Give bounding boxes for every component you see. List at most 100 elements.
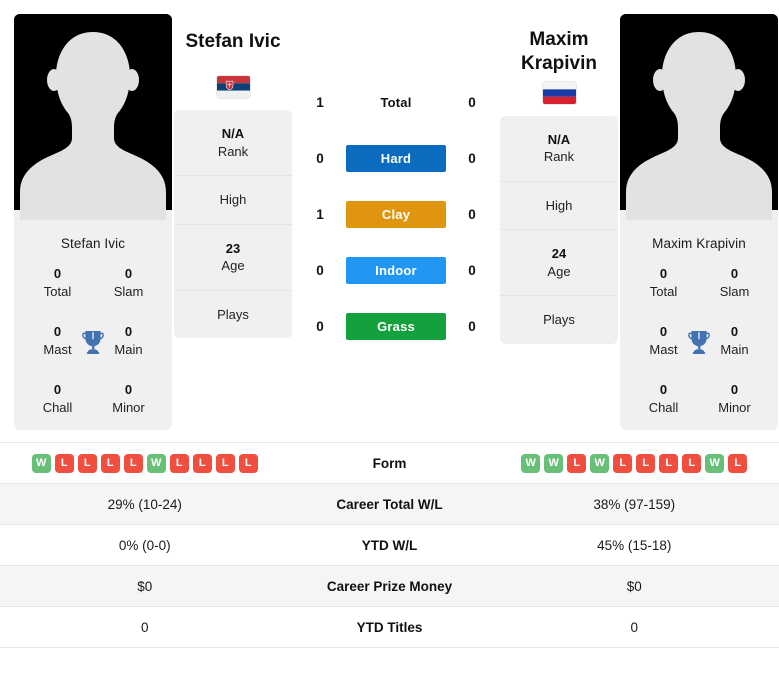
- form-badges-left: WLLLLWLLLL: [0, 453, 290, 473]
- russia-flag-icon: [542, 81, 576, 104]
- right-rank-value: N/A: [547, 131, 571, 147]
- surface-row-total: 1 Total 0: [294, 74, 498, 130]
- form-badge-loss[interactable]: L: [215, 453, 235, 473]
- form-badge-loss[interactable]: L: [567, 453, 587, 473]
- form-badge-win[interactable]: W: [31, 453, 51, 473]
- surface-label-clay[interactable]: Clay: [346, 200, 446, 228]
- achievement-value: 0: [53, 382, 62, 398]
- right-player-info-column: Maxim Krapivin N/A Rank High 24 Age Play…: [500, 14, 618, 344]
- row-right-value: $0: [626, 578, 642, 594]
- trophy-icon: [79, 328, 107, 356]
- comparison-header: Stefan Ivic 0 Total 0 Slam 0 Mast 0 Main…: [0, 0, 779, 431]
- left-age-value: 23: [225, 240, 241, 256]
- form-badge-loss[interactable]: L: [77, 453, 97, 473]
- surface-label-total: Total: [380, 94, 412, 110]
- form-badge-loss[interactable]: L: [728, 453, 748, 473]
- left-rank-row: N/A Rank: [174, 110, 292, 177]
- form-badge-loss[interactable]: L: [169, 453, 189, 473]
- table-row: 0% (0-0) YTD W/L 45% (15-18): [0, 525, 779, 567]
- surface-row-grass: 0 Grass 0: [294, 298, 498, 354]
- left-player-photo[interactable]: [14, 14, 172, 220]
- row-label: YTD W/L: [361, 537, 418, 553]
- right-player-name[interactable]: Maxim Krapivin: [500, 14, 618, 82]
- left-rank-label: Rank: [217, 143, 249, 159]
- left-achievements-grid: 0 Total 0 Slam 0 Mast 0 Main 0 Chall 0 M…: [22, 265, 164, 416]
- form-right-cell: WWLWLLLLWL: [490, 453, 779, 473]
- surface-right-count: 0: [468, 206, 476, 222]
- right-rank-label: Rank: [543, 149, 575, 165]
- achievement-label: Slam: [113, 283, 144, 299]
- right-achievements-card: Maxim Krapivin 0 Total 0 Slam 0 Mast 0 M…: [620, 220, 778, 431]
- surface-label-indoor[interactable]: Indoor: [346, 256, 446, 284]
- achievement-label: Chall: [42, 399, 73, 415]
- trophy-icon: [685, 328, 713, 356]
- surface-label-grass[interactable]: Grass: [346, 312, 446, 340]
- surface-left-count: 0: [316, 318, 324, 334]
- achievement-value: 0: [659, 382, 668, 398]
- achievement-cell: 0 Slam: [93, 265, 164, 300]
- surface-row-clay: 1 Clay 0: [294, 186, 498, 242]
- left-player-column: Stefan Ivic 0 Total 0 Slam 0 Mast 0 Main…: [14, 14, 172, 431]
- table-row: 29% (10-24) Career Total W/L 38% (97-159…: [0, 484, 779, 526]
- form-badge-loss[interactable]: L: [100, 453, 120, 473]
- left-plays-row: Plays: [174, 291, 292, 339]
- form-badge-win[interactable]: W: [521, 453, 541, 473]
- row-label: Career Total W/L: [336, 496, 443, 512]
- surface-left-count: 1: [316, 206, 324, 222]
- surface-right-count: 0: [468, 94, 476, 110]
- form-left-cell: WLLLLWLLLL: [0, 453, 290, 473]
- form-badge-loss[interactable]: L: [613, 453, 633, 473]
- right-high-label: High: [545, 197, 573, 213]
- achievement-cell: 0 Chall: [22, 381, 93, 416]
- form-badge-win[interactable]: W: [544, 453, 564, 473]
- achievement-label: Slam: [719, 283, 750, 299]
- right-rank-card: N/A Rank High 24 Age Plays: [500, 115, 618, 344]
- surface-right-count: 0: [468, 150, 476, 166]
- form-badge-loss[interactable]: L: [682, 453, 702, 473]
- left-age-label: Age: [221, 258, 245, 274]
- row-right-value: 45% (15-18): [597, 537, 672, 553]
- player-comparison-page: Stefan Ivic 0 Total 0 Slam 0 Mast 0 Main…: [0, 0, 779, 699]
- achievement-cell: 0 Slam: [699, 265, 770, 300]
- row-left-value: $0: [137, 578, 153, 594]
- row-label: YTD Titles: [356, 619, 423, 635]
- left-high-label: High: [219, 192, 247, 208]
- form-badge-loss[interactable]: L: [123, 453, 143, 473]
- left-high-row: High: [174, 176, 292, 225]
- right-achievements-grid: 0 Total 0 Slam 0 Mast 0 Main 0 Chall 0 M…: [628, 265, 770, 416]
- form-badge-loss[interactable]: L: [636, 453, 656, 473]
- surface-h2h-column: 1 Total 0 0 Hard 0 1 Clay 0 0 Indoor 0 0: [294, 14, 498, 354]
- left-achievements-card: Stefan Ivic 0 Total 0 Slam 0 Mast 0 Main…: [14, 220, 172, 431]
- achievement-cell: 0 Total: [22, 265, 93, 300]
- form-badge-loss[interactable]: L: [192, 453, 212, 473]
- achievement-value: 0: [53, 266, 62, 281]
- row-label: Career Prize Money: [326, 578, 453, 594]
- surface-right-count: 0: [468, 262, 476, 278]
- left-rank-value: N/A: [221, 126, 245, 141]
- right-achievements-title: Maxim Krapivin: [652, 236, 746, 251]
- right-plays-row: Plays: [500, 296, 618, 344]
- player-photo-placeholder-icon: [14, 14, 172, 220]
- row-right-value: 0: [630, 619, 638, 635]
- surface-left-count: 1: [316, 94, 324, 110]
- form-badge-loss[interactable]: L: [659, 453, 679, 473]
- left-player-name[interactable]: Stefan Ivic: [174, 14, 292, 76]
- right-plays-label: Plays: [543, 312, 575, 328]
- surface-row-hard: 0 Hard 0: [294, 130, 498, 186]
- right-player-photo[interactable]: [620, 14, 778, 220]
- row-left-value: 0: [140, 619, 149, 635]
- form-badge-loss[interactable]: L: [54, 453, 74, 473]
- achievement-value: 0: [730, 382, 739, 398]
- achievement-cell: 0 Minor: [699, 381, 770, 416]
- right-age-value: 24: [551, 246, 567, 262]
- left-rank-card: N/A Rank High 23 Age Plays: [174, 110, 292, 339]
- form-badge-win[interactable]: W: [146, 453, 166, 473]
- achievement-label: Minor: [112, 399, 145, 415]
- surface-label-hard[interactable]: Hard: [346, 144, 446, 172]
- form-badges-right: WWLWLLLLWL: [490, 453, 779, 473]
- stats-table: WLLLLWLLLL Form WWLWLLLLWL 29% (10-24) C…: [0, 442, 779, 649]
- form-badge-loss[interactable]: L: [238, 453, 258, 473]
- form-badge-win[interactable]: W: [590, 453, 610, 473]
- form-badge-win[interactable]: W: [705, 453, 725, 473]
- achievement-value: 0: [124, 266, 133, 281]
